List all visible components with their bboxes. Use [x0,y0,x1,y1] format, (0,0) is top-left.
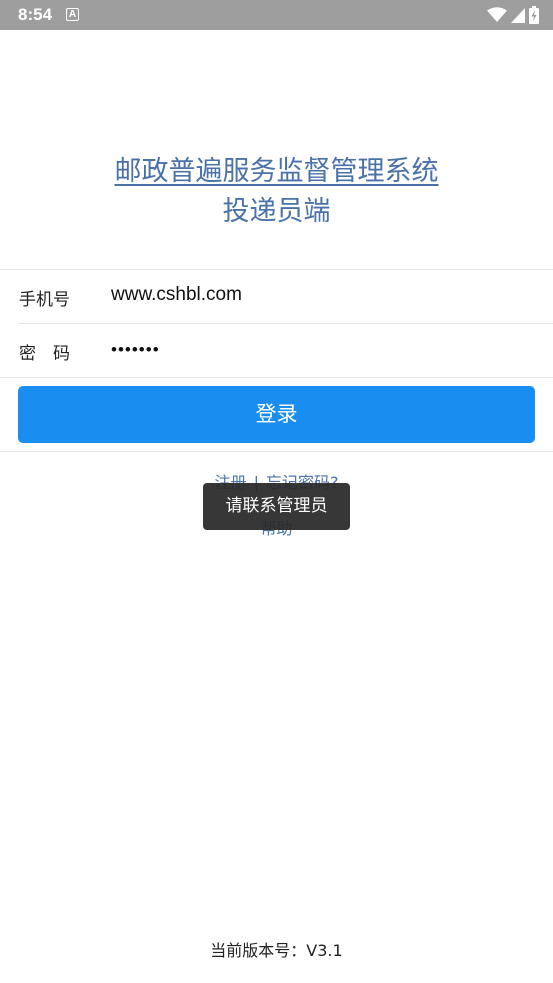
signal-icon [511,7,525,23]
login-button[interactable]: 登录 [18,386,535,443]
notification-a-icon: A [66,8,79,21]
status-icons [487,6,539,24]
battery-icon [529,6,539,24]
phone-label: 手机号 [19,290,70,310]
row-divider [0,377,553,378]
phone-row: 手机号 www.cshbl.com [0,270,553,324]
button-bottom-divider [0,451,553,452]
version-label: 当前版本号：V3.1 [210,941,343,960]
app-title-main: 邮政普遍服务监督管理系统 [114,156,439,187]
status-bar: 8:54 A [0,0,553,30]
phone-input[interactable]: www.cshbl.com [111,284,242,306]
password-input[interactable]: ••••••• [111,340,160,360]
wifi-icon [487,7,507,23]
app-title: 邮政普遍服务监督管理系统 投递员端 [0,152,553,232]
app-title-sub: 投递员端 [222,196,331,227]
password-row: 密 码 ••••••• [0,324,553,378]
password-label: 密 码 [19,344,70,364]
status-time: 8:54 [18,5,53,24]
toast-message: 请联系管理员 [203,483,350,530]
